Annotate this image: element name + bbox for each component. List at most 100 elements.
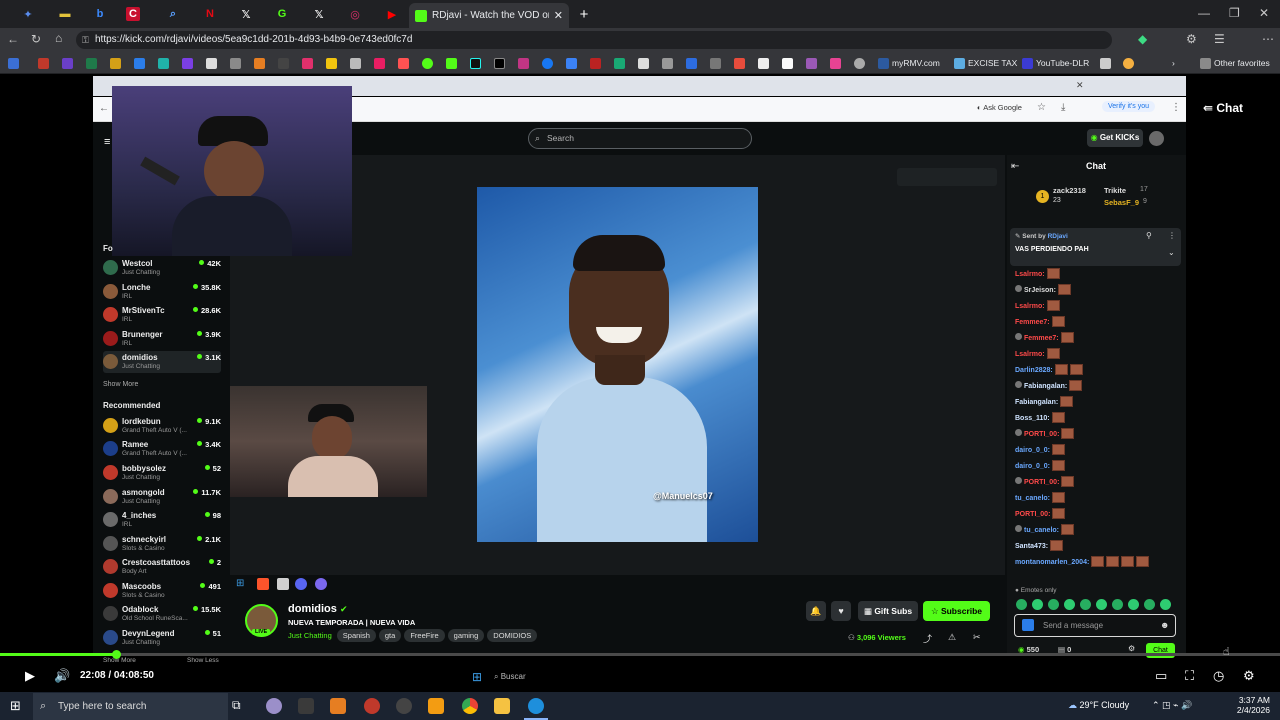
new-tab-icon[interactable]: +	[574, 5, 594, 23]
bookmark-icon-1[interactable]	[8, 56, 19, 70]
taskbar-app-icon-3[interactable]	[330, 698, 346, 714]
bookmark-icon-6[interactable]	[134, 56, 145, 70]
bookmarks-overflow-icon[interactable]: ›	[1172, 56, 1175, 70]
tab-favicon-1[interactable]: ✦	[18, 5, 38, 23]
sidebar-item-ramee[interactable]: Ramee Grand Theft Auto V (... 3.4K	[103, 438, 221, 460]
sidebar-item-lordkebun[interactable]: lordkebun Grand Theft Auto V (... 9.1K	[103, 415, 221, 437]
bookmark-icon-27[interactable]	[782, 56, 793, 70]
chat-username[interactable]: Fabiangalan:	[1015, 399, 1058, 406]
maximize-icon[interactable]: ❐	[1229, 6, 1240, 20]
bookmark-icon-30[interactable]	[1100, 56, 1111, 70]
tab-x-icon-2[interactable]: 𝕏	[309, 5, 329, 23]
bookmark-icon-13[interactable]	[302, 56, 313, 70]
bookmark-icon-12[interactable]	[278, 56, 289, 70]
bookmark-icon-28[interactable]	[806, 56, 817, 70]
bookmark-icon-26[interactable]	[758, 56, 769, 70]
tag-pill[interactable]: FreeFire	[404, 629, 445, 642]
tab-favicon-4[interactable]: C	[126, 7, 140, 21]
bookmark-icon-29[interactable]	[830, 56, 841, 70]
sidebar-item-bobbysolez[interactable]: bobbysolez Just Chatting 52	[103, 462, 221, 484]
volume-icon[interactable]: 🔊	[54, 668, 70, 684]
gifter-1-name[interactable]: zack2318	[1053, 186, 1086, 195]
bookmark-icon-31[interactable]	[1123, 56, 1134, 70]
bookmark-icon-18[interactable]	[566, 56, 577, 70]
emoji-picker-icon[interactable]: ☻	[1160, 615, 1169, 636]
sidebar-item-lonche[interactable]: Lonche IRL 35.8K	[103, 281, 221, 303]
chat-username[interactable]: montanomarlen_2004:	[1015, 559, 1089, 566]
bookmark-icon-4[interactable]	[86, 56, 97, 70]
chat-username[interactable]: PORTI_00:	[1024, 431, 1059, 438]
quick-emote-icon[interactable]	[1144, 599, 1155, 610]
sidebar-item-mrstiventc[interactable]: MrStivenTc IRL 28.6K	[103, 304, 221, 326]
bookmark-icon-14[interactable]	[326, 56, 337, 70]
chat-username[interactable]: Darlin2828:	[1015, 367, 1053, 374]
quick-emote-icon[interactable]	[1064, 599, 1075, 610]
sidebar-item-devynlegend[interactable]: DevynLegend Just Chatting 51	[103, 627, 221, 649]
get-kicks-button[interactable]: ◉ Get KICKs	[1087, 129, 1143, 147]
bookmark-icon-17[interactable]	[398, 56, 409, 70]
gifter-2-name[interactable]: Trikite	[1104, 186, 1126, 195]
tag-pill[interactable]: gaming	[447, 629, 485, 642]
home-icon[interactable]: ⌂	[55, 31, 62, 45]
settings-gear-icon[interactable]: ⚙	[1243, 668, 1255, 684]
chat-toggle-button[interactable]: ⇚ Chat	[1203, 96, 1263, 120]
bookmark-icon-16[interactable]	[374, 56, 385, 70]
taskbar-app-icon-2[interactable]	[298, 698, 314, 714]
bookmark-excise-tax[interactable]: EXCISE TAX	[954, 56, 1017, 70]
sidebar-item-brunenger[interactable]: Brunenger IRL 3.9K	[103, 328, 221, 350]
playback-speed-icon[interactable]: ◷	[1213, 668, 1224, 684]
quick-emote-icon[interactable]	[1080, 599, 1091, 610]
bookmark-icon-15[interactable]	[350, 56, 361, 70]
user-avatar[interactable]	[1149, 131, 1164, 146]
quick-emote-icon[interactable]	[1032, 599, 1043, 610]
tag-pill[interactable]: DOMIDIOS	[487, 629, 538, 642]
edge-icon[interactable]	[528, 698, 544, 714]
chat-username[interactable]: Lsalrmo:	[1015, 271, 1045, 278]
bookmark-icon-23[interactable]	[686, 56, 697, 70]
tab-favicon-2[interactable]: ▬	[55, 5, 75, 23]
bookmark-myrmv[interactable]: myRMV.com	[878, 56, 940, 70]
bookmark-play-icon[interactable]	[422, 56, 433, 70]
sidebar-menu-icon[interactable]: ≡	[104, 136, 110, 148]
gifter-3-name[interactable]: SebasF_9	[1104, 198, 1139, 207]
show-more-recommended[interactable]: Show More	[103, 657, 136, 664]
chat-username[interactable]: Femmee7:	[1024, 335, 1059, 342]
kick-emoji-icon[interactable]	[1022, 619, 1034, 631]
weather-widget[interactable]: ☁ 29°F Cloudy	[1068, 700, 1129, 711]
notification-bell-icon[interactable]: 🔔	[806, 601, 826, 621]
tab-green-icon[interactable]: G	[272, 5, 292, 23]
chat-username[interactable]: tu_canelo:	[1024, 527, 1059, 534]
sidebar-item-asmongold[interactable]: asmongold Just Chatting 11.7K	[103, 486, 221, 508]
active-tab[interactable]: RDjavi - Watch the VOD on Kick ✕	[409, 3, 569, 28]
pinned-menu-icon[interactable]: ⋮	[1168, 231, 1176, 240]
chat-username[interactable]: Boss_110:	[1015, 415, 1050, 422]
bookmark-icon-20[interactable]	[614, 56, 625, 70]
chat-username[interactable]: Lsalrmo:	[1015, 303, 1045, 310]
streamer-name[interactable]: domidios ✔	[288, 603, 348, 615]
vlc-icon[interactable]	[428, 698, 444, 714]
quick-emote-icon[interactable]	[1096, 599, 1107, 610]
stream-category[interactable]: Just Chatting	[288, 631, 332, 640]
sidebar-item-westcol[interactable]: Westcol Just Chatting 42K	[103, 257, 221, 279]
bookmark-icon-3[interactable]	[62, 56, 73, 70]
show-more-followed[interactable]: Show More	[103, 381, 138, 388]
minimize-icon[interactable]: —	[1198, 6, 1210, 20]
report-icon[interactable]: ⚠	[948, 632, 956, 643]
chat-username[interactable]: SrJeison:	[1024, 287, 1056, 294]
chat-username[interactable]: tu_canelo:	[1015, 495, 1050, 502]
bookmark-icon-25[interactable]	[734, 56, 745, 70]
theater-mode-icon[interactable]: ▭	[1155, 668, 1167, 684]
play-icon[interactable]: ▶	[25, 668, 35, 684]
follow-heart-icon[interactable]: ♥	[831, 601, 851, 621]
bookmark-facebook-icon[interactable]	[542, 56, 553, 70]
tab-favicon-3[interactable]: b	[90, 5, 110, 23]
back-icon[interactable]: ←	[7, 32, 19, 46]
close-window-icon[interactable]: ✕	[1259, 6, 1269, 20]
extension-icon[interactable]: ◆	[1138, 32, 1147, 46]
chat-username[interactable]: PORTI_00:	[1024, 479, 1059, 486]
sidebar-item-crestcoasttattoos[interactable]: Crestcoasttattoos Body Art 2	[103, 556, 221, 578]
other-favorites[interactable]: Other favorites	[1200, 56, 1270, 70]
bookmark-icon-5[interactable]	[110, 56, 121, 70]
system-tray-icons[interactable]: ⌃ ◳ ⌁ 🔊	[1152, 700, 1192, 711]
bookmark-icon-19[interactable]	[590, 56, 601, 70]
